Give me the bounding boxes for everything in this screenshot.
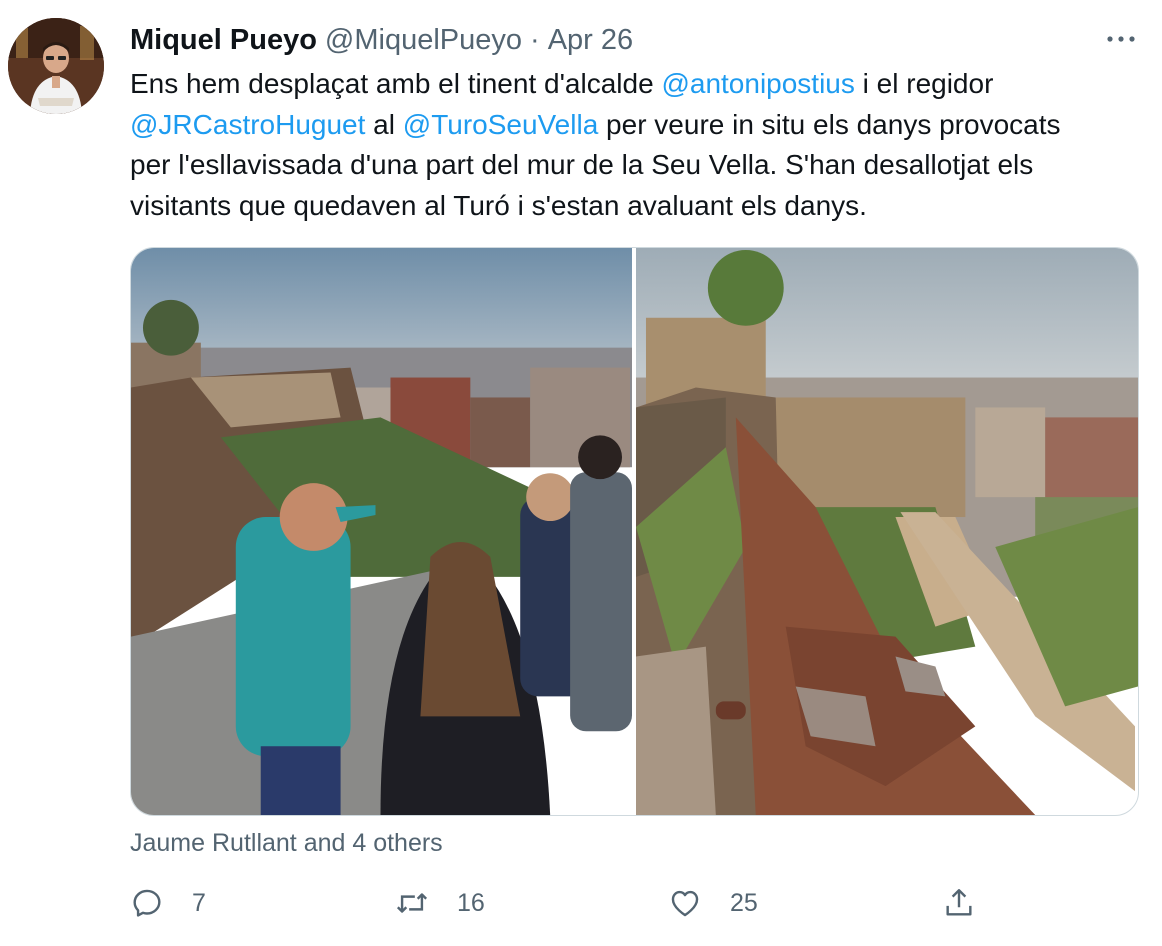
share-button[interactable] <box>942 884 976 922</box>
tweet-text: Ens hem desplaçat amb el tinent d'alcald… <box>130 64 1140 226</box>
separator-dot: · <box>530 23 540 56</box>
media-grid <box>130 247 1139 816</box>
tweet-text-line: visitants que quedaven al Turó i s'estan… <box>130 186 1140 227</box>
heart-icon <box>671 890 699 917</box>
retweet-count: 16 <box>457 888 485 917</box>
liked-by-text[interactable]: Jaume Rutllant and 4 others <box>130 826 443 860</box>
display-name[interactable]: Miquel Pueyo <box>130 24 317 57</box>
text-segment: per veure in situ els danys provocats <box>598 108 1061 140</box>
text-segment: per l'esllavissada d'una part del mur de… <box>130 149 1034 180</box>
text-segment: i el regidor <box>854 68 994 99</box>
photo-people-viewpoint[interactable] <box>131 248 632 815</box>
tweet-header: Miquel Pueyo @MiquelPueyo · Apr 26 <box>130 22 633 58</box>
photo-wall-collapse[interactable] <box>636 248 1138 815</box>
avatar-image <box>8 18 104 114</box>
user-handle[interactable]: @MiquelPueyo <box>325 24 522 57</box>
retweet-icon <box>396 893 428 913</box>
reply-icon <box>133 889 161 917</box>
tweet-date[interactable]: Apr 26 <box>548 24 633 57</box>
tweet: Miquel Pueyo @MiquelPueyo · Apr 26 Ens h… <box>0 0 1162 946</box>
reply-button[interactable]: 7 <box>130 884 206 922</box>
like-count: 25 <box>730 888 758 917</box>
mention-link[interactable]: @antonipostius <box>661 68 854 99</box>
avatar[interactable] <box>8 18 104 114</box>
text-segment: Ens hem desplaçat amb el tinent d'alcald… <box>130 68 662 99</box>
text-segment: visitants que quedaven al Turó i s'estan… <box>130 189 867 221</box>
like-button[interactable]: 25 <box>668 884 758 922</box>
mention-link[interactable]: @JRCastroHuguet <box>130 109 365 140</box>
reply-count: 7 <box>192 888 206 917</box>
more-icon[interactable] <box>1104 26 1138 52</box>
text-segment: al <box>365 108 403 140</box>
mention-link[interactable]: @TuroSeuVella <box>403 109 599 140</box>
tweet-text-line: Ens hem desplaçat amb el tinent d'alcald… <box>130 64 1140 105</box>
tweet-text-line: per l'esllavissada d'una part del mur de… <box>130 145 1140 186</box>
retweet-button[interactable]: 16 <box>395 884 485 922</box>
share-icon <box>946 889 972 916</box>
tweet-text-line: @JRCastroHuguet al @TuroSeuVella per veu… <box>130 105 1140 146</box>
